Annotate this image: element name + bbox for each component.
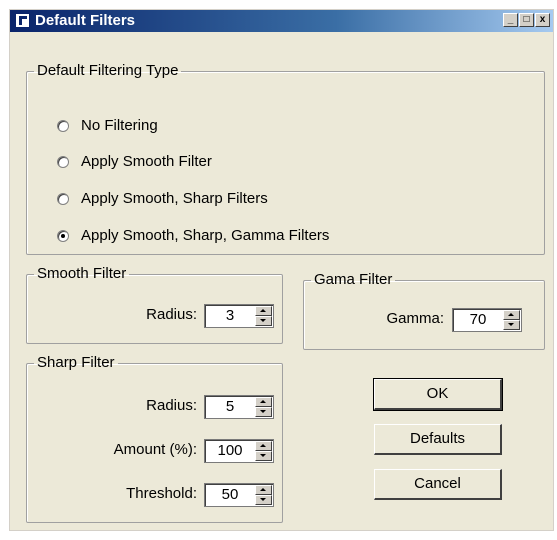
sharp-filter-legend: Sharp Filter [37, 354, 115, 371]
radio-button[interactable] [57, 120, 69, 132]
sharp-threshold-value[interactable]: 50 [205, 484, 255, 506]
smooth-radius-value[interactable]: 3 [205, 305, 255, 327]
sharp-radius-label: Radius: [146, 397, 197, 414]
spin-up-arrow-icon[interactable] [503, 310, 520, 320]
spin-up-arrow-icon[interactable] [255, 306, 272, 316]
radio-button[interactable] [57, 193, 69, 205]
spin-up-arrow-icon[interactable] [255, 485, 272, 495]
close-button[interactable]: x [535, 13, 550, 27]
radio-button-selected[interactable] [57, 230, 69, 242]
radio-label: Apply Smooth, Sharp, Gamma Filters [81, 227, 330, 244]
sharp-amount-label: Amount (%): [113, 441, 197, 458]
gamma-filter-group: Gama Filter Gamma: 70 [303, 272, 545, 350]
spin-down-arrow-icon[interactable] [503, 320, 520, 330]
radio-button[interactable] [57, 156, 69, 168]
sharp-amount-value[interactable]: 100 [205, 440, 255, 462]
smooth-radius-spinner[interactable]: 3 [204, 304, 274, 328]
radio-label: Apply Smooth Filter [81, 153, 212, 170]
defaults-button[interactable]: Defaults [374, 424, 502, 455]
sharp-radius-value[interactable]: 5 [205, 396, 255, 418]
sharp-amount-spinner[interactable]: 100 [204, 439, 274, 463]
filtering-type-legend: Default Filtering Type [37, 62, 179, 79]
spinner-buttons[interactable] [255, 397, 272, 417]
smooth-radius-label: Radius: [146, 306, 197, 323]
spin-down-arrow-icon[interactable] [255, 495, 272, 505]
radio-label: Apply Smooth, Sharp Filters [81, 190, 268, 207]
gamma-filter-legend: Gama Filter [314, 271, 393, 288]
filtering-type-group: Default Filtering Type No Filtering Appl… [26, 63, 545, 255]
title-bar[interactable]: Default Filters _ □ x [10, 10, 553, 32]
maximize-button[interactable]: □ [519, 13, 534, 27]
app-icon [15, 13, 30, 28]
gamma-spinner[interactable]: 70 [452, 308, 522, 332]
spin-down-arrow-icon[interactable] [255, 316, 272, 326]
cancel-button[interactable]: Cancel [374, 469, 502, 500]
spin-up-arrow-icon[interactable] [255, 397, 272, 407]
gamma-value[interactable]: 70 [453, 309, 503, 331]
spin-down-arrow-icon[interactable] [255, 451, 272, 461]
ok-button[interactable]: OK [373, 378, 503, 411]
sharp-threshold-spinner[interactable]: 50 [204, 483, 274, 507]
spinner-buttons[interactable] [255, 485, 272, 505]
spin-up-arrow-icon[interactable] [255, 441, 272, 451]
smooth-filter-legend: Smooth Filter [37, 265, 127, 282]
sharp-radius-spinner[interactable]: 5 [204, 395, 274, 419]
gamma-label: Gamma: [386, 310, 444, 327]
spinner-buttons[interactable] [255, 306, 272, 326]
sharp-filter-group: Sharp Filter Radius: 5 Amount (%): 100 T… [26, 355, 283, 523]
spinner-buttons[interactable] [503, 310, 520, 330]
radio-label: No Filtering [81, 117, 158, 134]
spinner-buttons[interactable] [255, 441, 272, 461]
smooth-filter-group: Smooth Filter Radius: 3 [26, 266, 283, 344]
spin-down-arrow-icon[interactable] [255, 407, 272, 417]
dialog-window: Default Filters _ □ x Default Filtering … [9, 9, 554, 531]
sharp-threshold-label: Threshold: [126, 485, 197, 502]
minimize-button[interactable]: _ [503, 13, 518, 27]
window-title: Default Filters [35, 12, 136, 29]
